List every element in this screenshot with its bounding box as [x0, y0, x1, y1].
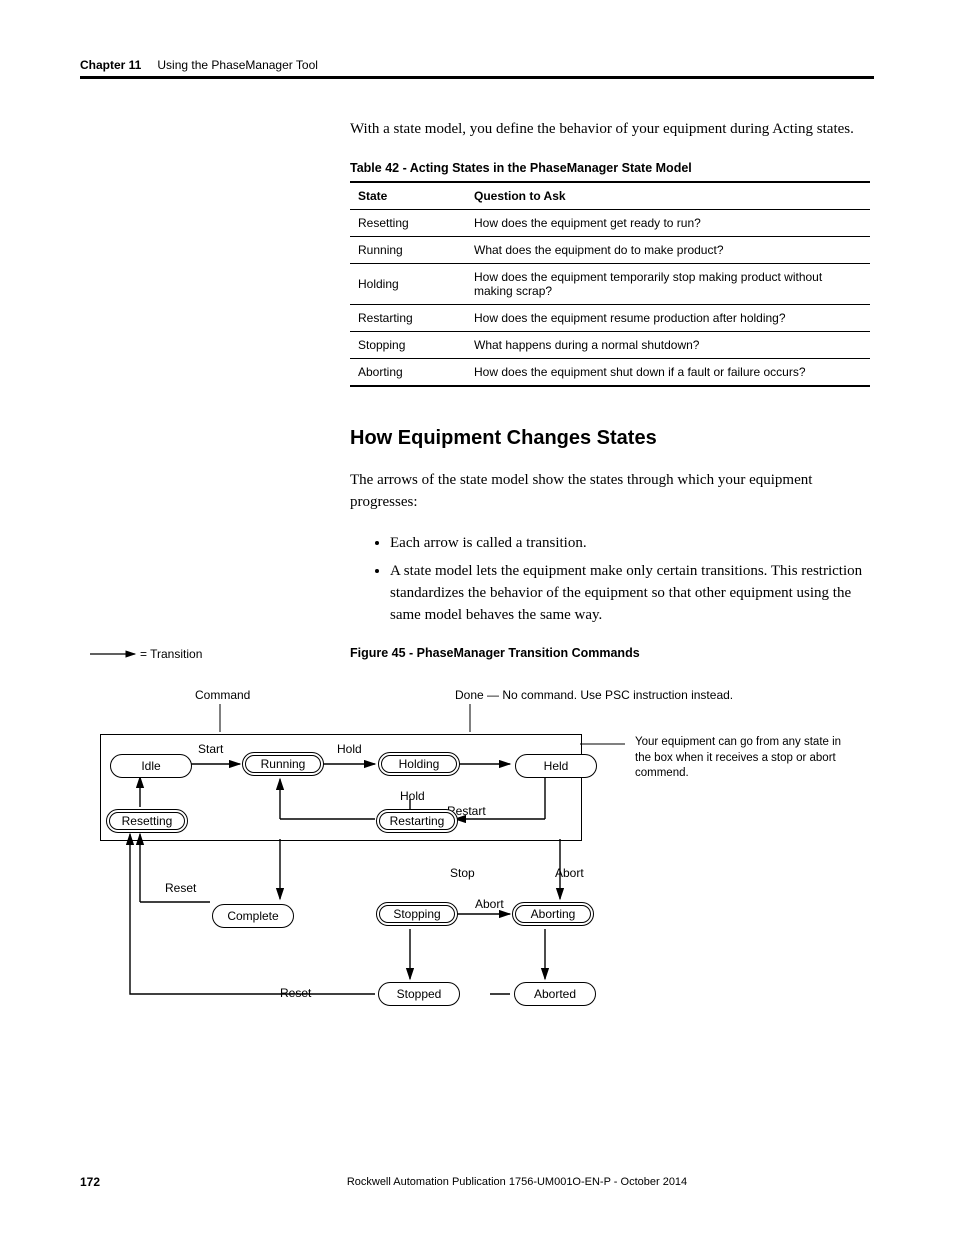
table-row: Stopping What happens during a normal sh…: [350, 331, 870, 358]
diagram-label-command: Command: [195, 688, 250, 702]
page-number: 172: [80, 1175, 160, 1189]
chapter-label: Chapter 11: [80, 58, 141, 72]
bullet-list: Each arrow is called a transition. A sta…: [350, 533, 870, 626]
table-row: Aborting How does the equipment shut dow…: [350, 358, 870, 386]
legend-label: = Transition: [140, 647, 202, 661]
table-cell-question: How does the equipment get ready to run?: [466, 209, 870, 236]
table-cell-state: Stopping: [350, 331, 466, 358]
transition-abort: Abort: [555, 866, 584, 880]
list-item: A state model lets the equipment make on…: [390, 561, 870, 626]
transition-hold: Hold: [337, 742, 362, 756]
state-stopping: Stopping: [376, 902, 458, 926]
state-complete: Complete: [212, 904, 294, 928]
table-cell-state: Holding: [350, 263, 466, 304]
figure-45-diagram: = Transition Command Done — No command. …: [80, 644, 870, 1044]
paragraph: The arrows of the state model show the s…: [350, 470, 870, 514]
diagram-arrows: [80, 644, 870, 1044]
chapter-title: Using the PhaseManager Tool: [157, 58, 318, 72]
transition-stop: Stop: [450, 866, 475, 880]
table-row: Resetting How does the equipment get rea…: [350, 209, 870, 236]
state-aborting: Aborting: [512, 902, 594, 926]
state-held: Held: [515, 754, 597, 778]
state-resetting: Resetting: [106, 809, 188, 833]
table-cell-state: Running: [350, 236, 466, 263]
transition-abort: Abort: [475, 897, 504, 911]
page-footer: 172 Rockwell Automation Publication 1756…: [80, 1175, 874, 1189]
table-cell-question: How does the equipment temporarily stop …: [466, 263, 870, 304]
table-cell-question: What does the equipment do to make produ…: [466, 236, 870, 263]
table-42: State Question to Ask Resetting How does…: [350, 181, 870, 387]
diagram-label-done: Done — No command. Use PSC instruction i…: [455, 688, 733, 702]
state-stopped: Stopped: [378, 982, 460, 1006]
table-header-question: Question to Ask: [466, 182, 870, 210]
table-row: Restarting How does the equipment resume…: [350, 304, 870, 331]
state-restarting: Restarting: [376, 809, 458, 833]
state-idle: Idle: [110, 754, 192, 778]
transition-hold: Hold: [400, 789, 425, 803]
table-cell-question: How does the equipment shut down if a fa…: [466, 358, 870, 386]
running-header: Chapter 11 Using the PhaseManager Tool: [80, 58, 874, 79]
table-42-caption: Table 42 - Acting States in the PhaseMan…: [350, 161, 870, 175]
table-cell-question: How does the equipment resume production…: [466, 304, 870, 331]
transition-reset: Reset: [165, 881, 196, 895]
table-cell-question: What happens during a normal shutdown?: [466, 331, 870, 358]
state-holding: Holding: [378, 752, 460, 776]
list-item: Each arrow is called a transition.: [390, 533, 870, 555]
table-row: Holding How does the equipment temporari…: [350, 263, 870, 304]
section-heading: How Equipment Changes States: [350, 427, 870, 450]
table-row: Running What does the equipment do to ma…: [350, 236, 870, 263]
intro-paragraph: With a state model, you define the behav…: [350, 119, 870, 141]
table-cell-state: Resetting: [350, 209, 466, 236]
table-header-state: State: [350, 182, 466, 210]
transition-start: Start: [198, 742, 223, 756]
table-cell-state: Aborting: [350, 358, 466, 386]
transition-reset: Reset: [280, 986, 311, 1000]
state-running: Running: [242, 752, 324, 776]
table-cell-state: Restarting: [350, 304, 466, 331]
publication-info: Rockwell Automation Publication 1756-UM0…: [160, 1176, 874, 1188]
diagram-annotation: Your equipment can go from any state in …: [635, 735, 855, 782]
main-content: With a state model, you define the behav…: [350, 119, 870, 660]
state-aborted: Aborted: [514, 982, 596, 1006]
